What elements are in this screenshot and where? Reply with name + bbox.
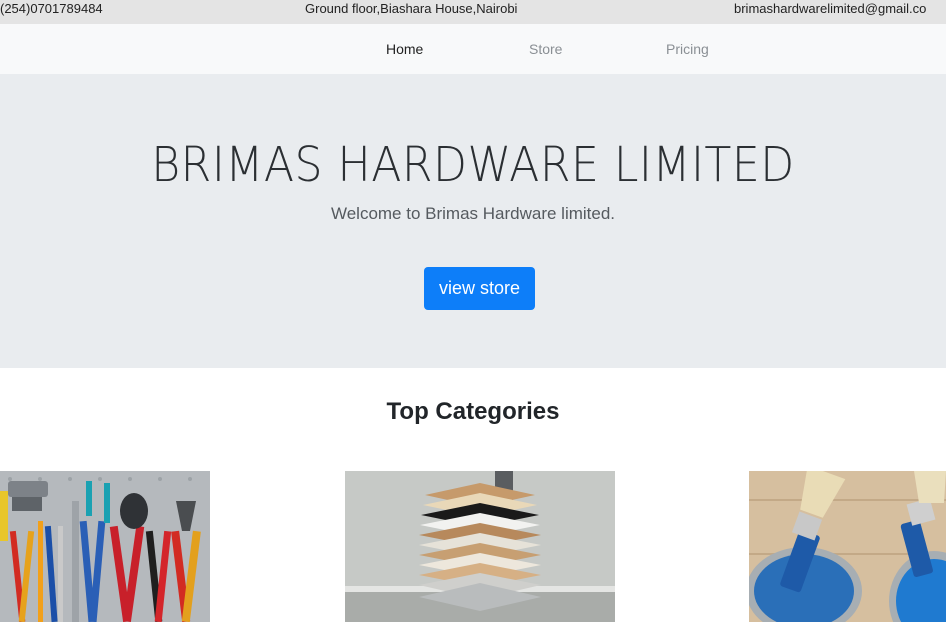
nav-store-link[interactable]: Store: [529, 41, 562, 57]
category-paint-image[interactable]: [749, 471, 946, 622]
phone-number: (254)0701789484: [0, 1, 103, 16]
address: Ground floor,Biashara House,Nairobi: [305, 1, 518, 16]
hero-title: BRIMAS HARDWARE LIMITED: [151, 137, 795, 193]
tools-illustration: [0, 471, 210, 622]
nav-home-link[interactable]: Home: [386, 41, 423, 57]
paint-illustration: [749, 471, 946, 622]
tiles-illustration: [345, 471, 615, 622]
hero-jumbotron: BRIMAS HARDWARE LIMITED Welcome to Brima…: [0, 74, 946, 368]
hero-subtitle: Welcome to Brimas Hardware limited.: [330, 204, 616, 223]
category-tools-image[interactable]: [0, 471, 210, 622]
email-address: brimashardwarelimited@gmail.co: [734, 1, 927, 16]
category-tiles-image[interactable]: [345, 471, 615, 622]
nav-pricing-link[interactable]: Pricing: [666, 41, 709, 57]
top-info-bar: (254)0701789484 Ground floor,Biashara Ho…: [0, 0, 946, 24]
main-navbar: Home Store Pricing: [0, 24, 946, 74]
view-store-button[interactable]: view store: [424, 267, 535, 310]
top-categories-heading: Top Categories: [386, 398, 560, 425]
